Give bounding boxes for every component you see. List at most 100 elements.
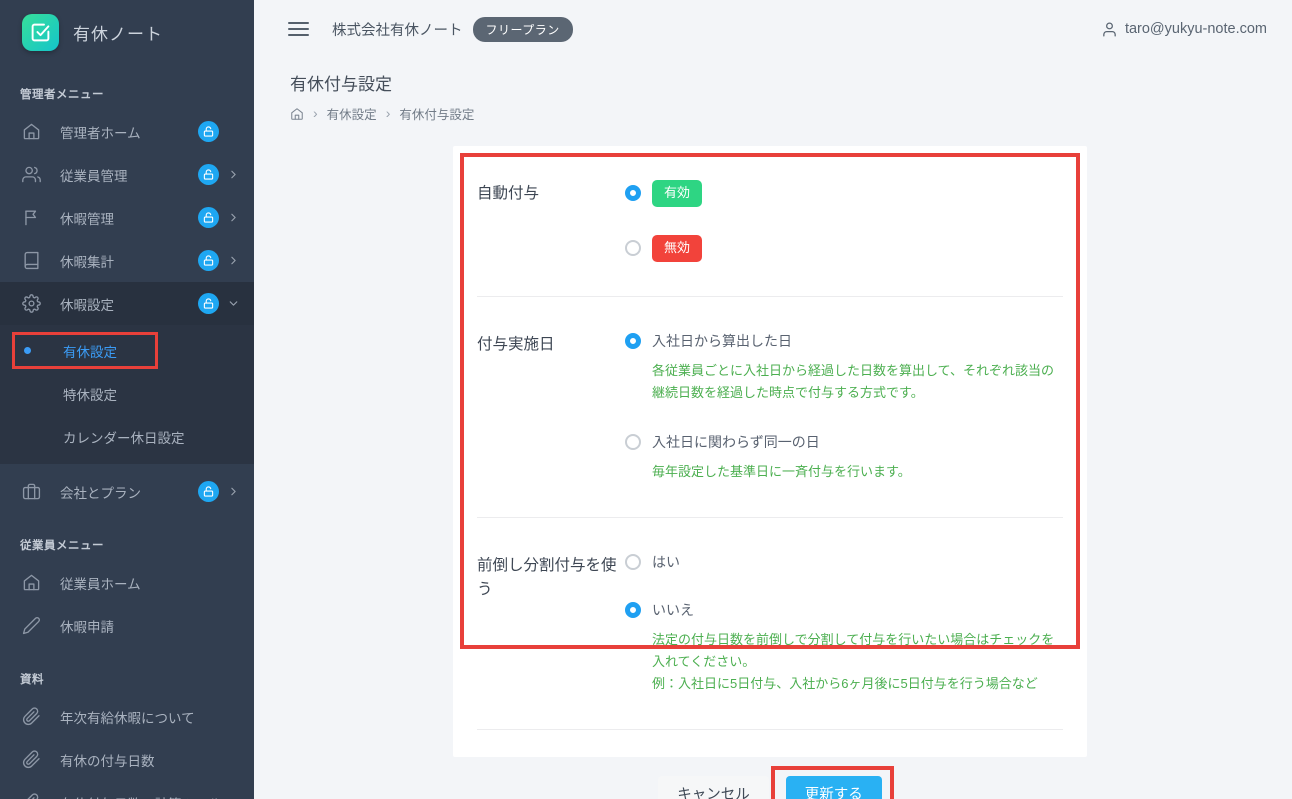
form-row-auto-grant: 自動付与 有効 無効 [477, 146, 1063, 297]
form-row-grant-date: 付与実施日 入社日から算出した日 各従業員ごとに入社日から経過した日数を算出して… [477, 297, 1063, 518]
sidebar-item-doc-annual-paid-leave[interactable]: 年次有給休暇について [0, 695, 254, 738]
paperclip-icon [22, 793, 41, 799]
settings-form: 自動付与 有効 無効 [453, 146, 1087, 730]
radio-option-enabled[interactable]: 有効 [625, 180, 1063, 207]
lock-icon [198, 250, 219, 271]
home-icon[interactable] [290, 107, 304, 121]
radio-unselected-icon[interactable] [625, 240, 641, 256]
form-footer: キャンセル 更新する [453, 730, 1087, 799]
sidebar-subitem-special-leave-settings[interactable]: 特休設定 [0, 372, 254, 415]
user-menu[interactable]: taro@yukyu-note.com [1101, 21, 1267, 38]
helper-text: 法定の付与日数を前倒しで分割して付与を行いたい場合はチェックを入れてください。 [652, 629, 1063, 673]
form-row-label: 付与実施日 [477, 331, 625, 511]
book-icon [22, 251, 41, 270]
sidebar-item-admin-home[interactable]: 管理者ホーム [0, 110, 254, 153]
radio-unselected-icon[interactable] [625, 554, 641, 570]
radio-selected-icon[interactable] [625, 602, 641, 618]
admin-menu-header: 管理者メニュー [0, 62, 254, 110]
sidebar-item-company-plan[interactable]: 会社とプラン [0, 470, 254, 513]
sidebar-item-employee-home[interactable]: 従業員ホーム [0, 561, 254, 604]
radio-selected-icon[interactable] [625, 185, 641, 201]
status-badge-disabled[interactable]: 無効 [652, 235, 702, 262]
app-logo[interactable]: 有休ノート [0, 0, 254, 62]
people-icon [22, 165, 41, 184]
sidebar-item-label: 休暇集計 [60, 251, 192, 271]
radio-option-label[interactable]: 入社日に関わらず同一の日 [652, 432, 820, 452]
sidebar-item-label: 有休付与日数の計算ツール [60, 793, 240, 799]
sidebar-item-label: 従業員ホーム [60, 573, 240, 593]
employee-menu-header: 従業員メニュー [0, 513, 254, 561]
sidebar-item-leave-request[interactable]: 休暇申請 [0, 604, 254, 647]
paperclip-icon [22, 707, 41, 726]
sidebar-item-leave-settings[interactable]: 休暇設定 [0, 282, 254, 325]
sidebar-item-label: 有休の付与日数 [60, 750, 240, 770]
lock-icon [198, 481, 219, 502]
radio-option-yes[interactable]: はい [625, 552, 1063, 572]
pencil-icon [22, 616, 41, 635]
sidebar-subitem-label: カレンダー休日設定 [63, 427, 185, 447]
briefcase-icon [22, 482, 41, 501]
form-row-label: 自動付与 [477, 180, 625, 290]
leave-settings-submenu: 有休設定 特休設定 カレンダー休日設定 [0, 325, 254, 464]
radio-option-disabled[interactable]: 無効 [625, 235, 1063, 262]
sidebar-subitem-paid-leave-settings[interactable]: 有休設定 [0, 329, 254, 372]
breadcrumb-current: 有休付与設定 [399, 104, 474, 123]
sidebar-item-leave-management[interactable]: 休暇管理 [0, 196, 254, 239]
sidebar-item-label: 管理者ホーム [60, 122, 192, 142]
sidebar: 有休ノート 管理者メニュー 管理者ホーム 従業員管理 休暇管理 [0, 0, 254, 799]
breadcrumb: 有休設定 有休付与設定 [290, 104, 1272, 123]
helper-example-text: 例：入社日に5日付与、入社から6ヶ月後に5日付与を行う場合など [652, 673, 1063, 695]
check-square-icon [22, 14, 59, 51]
sidebar-item-label: 休暇設定 [60, 294, 192, 314]
form-row-split-grant: 前倒し分割付与を使う はい いいえ 法定の付与日数を前倒しで分割して付与 [477, 518, 1063, 730]
radio-option-from-hire-date[interactable]: 入社日から算出した日 [625, 331, 1063, 351]
radio-unselected-icon[interactable] [625, 434, 641, 450]
breadcrumb-separator-icon [313, 106, 318, 121]
app-title: 有休ノート [73, 20, 163, 45]
radio-option-same-day[interactable]: 入社日に関わらず同一の日 [625, 432, 1063, 452]
sidebar-item-doc-grant-days[interactable]: 有休の付与日数 [0, 738, 254, 781]
chevron-down-icon [227, 297, 240, 310]
active-dot-icon [24, 347, 31, 354]
sidebar-item-label: 年次有給休暇について [60, 707, 240, 727]
user-email: taro@yukyu-note.com [1125, 21, 1267, 37]
paperclip-icon [22, 750, 41, 769]
sidebar-item-label: 休暇管理 [60, 208, 192, 228]
sidebar-group-leave-settings: 休暇設定 有休設定 特休設定 カレンダー休日設定 [0, 282, 254, 464]
breadcrumb-separator-icon [386, 106, 391, 121]
form-row-label: 前倒し分割付与を使う [477, 552, 625, 723]
radio-option-no[interactable]: いいえ [625, 600, 1063, 620]
radio-option-label[interactable]: 入社日から算出した日 [652, 331, 792, 351]
status-badge-enabled[interactable]: 有効 [652, 180, 702, 207]
flag-icon [22, 208, 41, 227]
sidebar-item-employee-management[interactable]: 従業員管理 [0, 153, 254, 196]
chevron-right-icon [227, 168, 240, 181]
chevron-right-icon [227, 254, 240, 267]
sidebar-subitem-label: 特休設定 [63, 384, 117, 404]
gear-icon [22, 294, 41, 313]
docs-menu-header: 資料 [0, 647, 254, 695]
topbar: 株式会社有休ノート フリープラン taro@yukyu-note.com [254, 0, 1292, 58]
lock-icon [198, 164, 219, 185]
radio-selected-icon[interactable] [625, 333, 641, 349]
hamburger-menu-icon[interactable] [288, 18, 309, 40]
sidebar-item-label: 会社とプラン [60, 482, 192, 502]
sidebar-item-leave-summary[interactable]: 休暇集計 [0, 239, 254, 282]
lock-icon [198, 121, 219, 142]
home-icon [22, 122, 41, 141]
radio-option-label[interactable]: いいえ [652, 600, 694, 620]
settings-card: 自動付与 有効 無効 [453, 146, 1087, 757]
lock-icon [198, 293, 219, 314]
radio-option-label[interactable]: はい [652, 552, 680, 572]
home-icon [22, 573, 41, 592]
cancel-button[interactable]: キャンセル [658, 776, 769, 799]
sidebar-item-label: 休暇申請 [60, 616, 240, 636]
sidebar-item-doc-grant-days-calculator[interactable]: 有休付与日数の計算ツール [0, 781, 254, 799]
helper-text: 各従業員ごとに入社日から経過した日数を算出して、それぞれ該当の継続日数を経過した… [652, 360, 1063, 404]
update-button[interactable]: 更新する [786, 776, 882, 799]
sidebar-subitem-calendar-holiday-settings[interactable]: カレンダー休日設定 [0, 415, 254, 458]
helper-text: 毎年設定した基準日に一斉付与を行います。 [652, 461, 1063, 483]
page-head: 有休付与設定 有休設定 有休付与設定 [254, 58, 1292, 123]
breadcrumb-link[interactable]: 有休設定 [327, 104, 377, 123]
sidebar-item-label: 従業員管理 [60, 165, 192, 185]
